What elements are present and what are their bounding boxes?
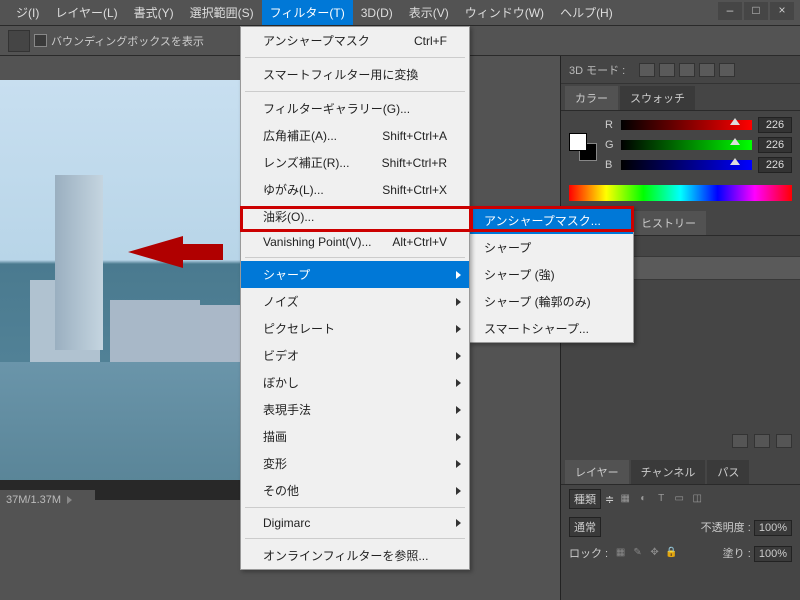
menu-item-filter-gallery[interactable]: フィルターギャラリー(G)... bbox=[241, 95, 469, 122]
filter-menu-dropdown: アンシャープマスクCtrl+F スマートフィルター用に変換 フィルターギャラリー… bbox=[240, 26, 470, 570]
submenu-sharpen-edges[interactable]: シャープ (輪郭のみ) bbox=[470, 288, 633, 315]
r-label: R bbox=[605, 119, 615, 131]
slide-icon[interactable] bbox=[699, 63, 715, 77]
layer-kind-select[interactable]: 種類 bbox=[569, 489, 601, 509]
g-label: G bbox=[605, 139, 615, 151]
lock-label: ロック : bbox=[569, 545, 608, 561]
menu-item-vanishing-point[interactable]: Vanishing Point(V)...Alt+Ctrl+V bbox=[241, 230, 469, 254]
close-button[interactable]: × bbox=[770, 2, 794, 20]
color-panel: カラー スウォッチ R 226 G 226 B 226 bbox=[561, 84, 800, 211]
menu-item-digimarc[interactable]: Digimarc bbox=[241, 511, 469, 535]
status-text: 37M/1.37M bbox=[6, 494, 61, 506]
minimize-button[interactable]: – bbox=[718, 2, 742, 20]
lock-pixels-icon[interactable]: ✎ bbox=[631, 547, 644, 559]
filter-smart-icon[interactable]: ◫ bbox=[690, 493, 704, 505]
menu-window[interactable]: ウィンドウ(W) bbox=[457, 0, 552, 25]
menu-item-video[interactable]: ビデオ bbox=[241, 342, 469, 369]
orbit-icon[interactable] bbox=[639, 63, 655, 77]
menu-item-sharpen[interactable]: シャープ bbox=[241, 261, 469, 288]
filter-type-icon[interactable]: T bbox=[654, 493, 668, 505]
b-value[interactable]: 226 bbox=[758, 157, 792, 173]
b-label: B bbox=[605, 159, 615, 171]
3d-mode-label: 3D モード : bbox=[569, 62, 625, 78]
blend-mode-select[interactable]: 通常 bbox=[569, 517, 601, 537]
bbox-label: バウンディングボックスを表示 bbox=[51, 33, 204, 49]
create-snapshot-icon[interactable] bbox=[754, 434, 770, 448]
dolly-icon[interactable] bbox=[679, 63, 695, 77]
lock-transparency-icon[interactable]: ▦ bbox=[614, 547, 627, 559]
opacity-value[interactable]: 100% bbox=[754, 520, 792, 536]
g-slider[interactable] bbox=[621, 140, 752, 150]
submenu-unsharp-mask[interactable]: アンシャープマスク... bbox=[470, 207, 633, 234]
fg-bg-swatch[interactable] bbox=[569, 133, 597, 161]
color-spectrum[interactable] bbox=[569, 185, 792, 201]
tab-channels[interactable]: チャンネル bbox=[631, 460, 706, 484]
status-menu-icon[interactable] bbox=[67, 496, 72, 504]
fill-label: 塗り : bbox=[723, 548, 751, 560]
annotation-arrow bbox=[128, 230, 223, 280]
layers-panel: レイヤー チャンネル パス 種類 ≑ ▦ ◐ T ▭ ◫ 通常 不透明度 : 1… bbox=[561, 460, 800, 565]
lock-all-icon[interactable]: 🔒 bbox=[665, 547, 678, 559]
menu-item-stylize[interactable]: 表現手法 bbox=[241, 396, 469, 423]
menu-item-oil-paint[interactable]: 油彩(O)... bbox=[241, 203, 469, 230]
menu-item-blur[interactable]: ぼかし bbox=[241, 369, 469, 396]
menu-item-wide-angle[interactable]: 広角補正(A)...Shift+Ctrl+A bbox=[241, 122, 469, 149]
menu-item-render[interactable]: 描画 bbox=[241, 423, 469, 450]
lock-position-icon[interactable]: ✥ bbox=[648, 547, 661, 559]
tab-color[interactable]: カラー bbox=[565, 86, 618, 110]
r-slider[interactable] bbox=[621, 120, 752, 130]
maximize-button[interactable]: □ bbox=[744, 2, 768, 20]
menu-select[interactable]: 選択範囲(S) bbox=[182, 0, 262, 25]
submenu-sharpen-more[interactable]: シャープ (強) bbox=[470, 261, 633, 288]
submenu-arrow-icon bbox=[456, 271, 461, 279]
menu-item-distort[interactable]: 変形 bbox=[241, 450, 469, 477]
filter-shape-icon[interactable]: ▭ bbox=[672, 493, 686, 505]
pan-icon[interactable] bbox=[659, 63, 675, 77]
bbox-checkbox[interactable] bbox=[34, 34, 47, 47]
tool-preset-button[interactable] bbox=[8, 30, 30, 52]
menu-item-other[interactable]: その他 bbox=[241, 477, 469, 504]
delete-state-icon[interactable] bbox=[776, 434, 792, 448]
menu-image[interactable]: ジ(I) bbox=[8, 0, 47, 25]
menu-item-pixelate[interactable]: ピクセレート bbox=[241, 315, 469, 342]
opacity-label: 不透明度 : bbox=[701, 522, 751, 534]
submenu-sharpen[interactable]: シャープ bbox=[470, 234, 633, 261]
menu-3d[interactable]: 3D(D) bbox=[353, 2, 401, 24]
submenu-smart-sharpen[interactable]: スマートシャープ... bbox=[470, 315, 633, 342]
scale-icon[interactable] bbox=[719, 63, 735, 77]
menu-item-smart-filter[interactable]: スマートフィルター用に変換 bbox=[241, 61, 469, 88]
menu-item-noise[interactable]: ノイズ bbox=[241, 288, 469, 315]
menu-item-last-filter[interactable]: アンシャープマスクCtrl+F bbox=[241, 27, 469, 54]
menu-item-liquify[interactable]: ゆがみ(L)...Shift+Ctrl+X bbox=[241, 176, 469, 203]
tab-swatch[interactable]: スウォッチ bbox=[620, 86, 695, 110]
tab-layers[interactable]: レイヤー bbox=[565, 460, 629, 484]
fill-value[interactable]: 100% bbox=[754, 546, 792, 562]
g-value[interactable]: 226 bbox=[758, 137, 792, 153]
status-bar: 37M/1.37M bbox=[0, 490, 95, 510]
menu-view[interactable]: 表示(V) bbox=[401, 0, 457, 25]
menu-layer[interactable]: レイヤー(L) bbox=[47, 0, 125, 25]
menu-filter[interactable]: フィルター(T) bbox=[262, 0, 353, 25]
filter-adjust-icon[interactable]: ◐ bbox=[636, 493, 650, 505]
tab-paths[interactable]: パス bbox=[707, 460, 749, 484]
menu-help[interactable]: ヘルプ(H) bbox=[552, 0, 621, 25]
filter-pixel-icon[interactable]: ▦ bbox=[618, 493, 632, 505]
menu-item-browse-filters[interactable]: オンラインフィルターを参照... bbox=[241, 542, 469, 569]
menu-item-lens-correction[interactable]: レンズ補正(R)...Shift+Ctrl+R bbox=[241, 149, 469, 176]
r-value[interactable]: 226 bbox=[758, 117, 792, 133]
menu-bar: ジ(I) レイヤー(L) 書式(Y) 選択範囲(S) フィルター(T) 3D(D… bbox=[0, 0, 800, 26]
create-document-icon[interactable] bbox=[732, 434, 748, 448]
b-slider[interactable] bbox=[621, 160, 752, 170]
sharpen-submenu: アンシャープマスク... シャープ シャープ (強) シャープ (輪郭のみ) ス… bbox=[469, 206, 634, 343]
menu-type[interactable]: 書式(Y) bbox=[126, 0, 182, 25]
tab-history[interactable]: ヒストリー bbox=[631, 211, 706, 235]
control-strip: 3D モード : bbox=[561, 56, 800, 84]
